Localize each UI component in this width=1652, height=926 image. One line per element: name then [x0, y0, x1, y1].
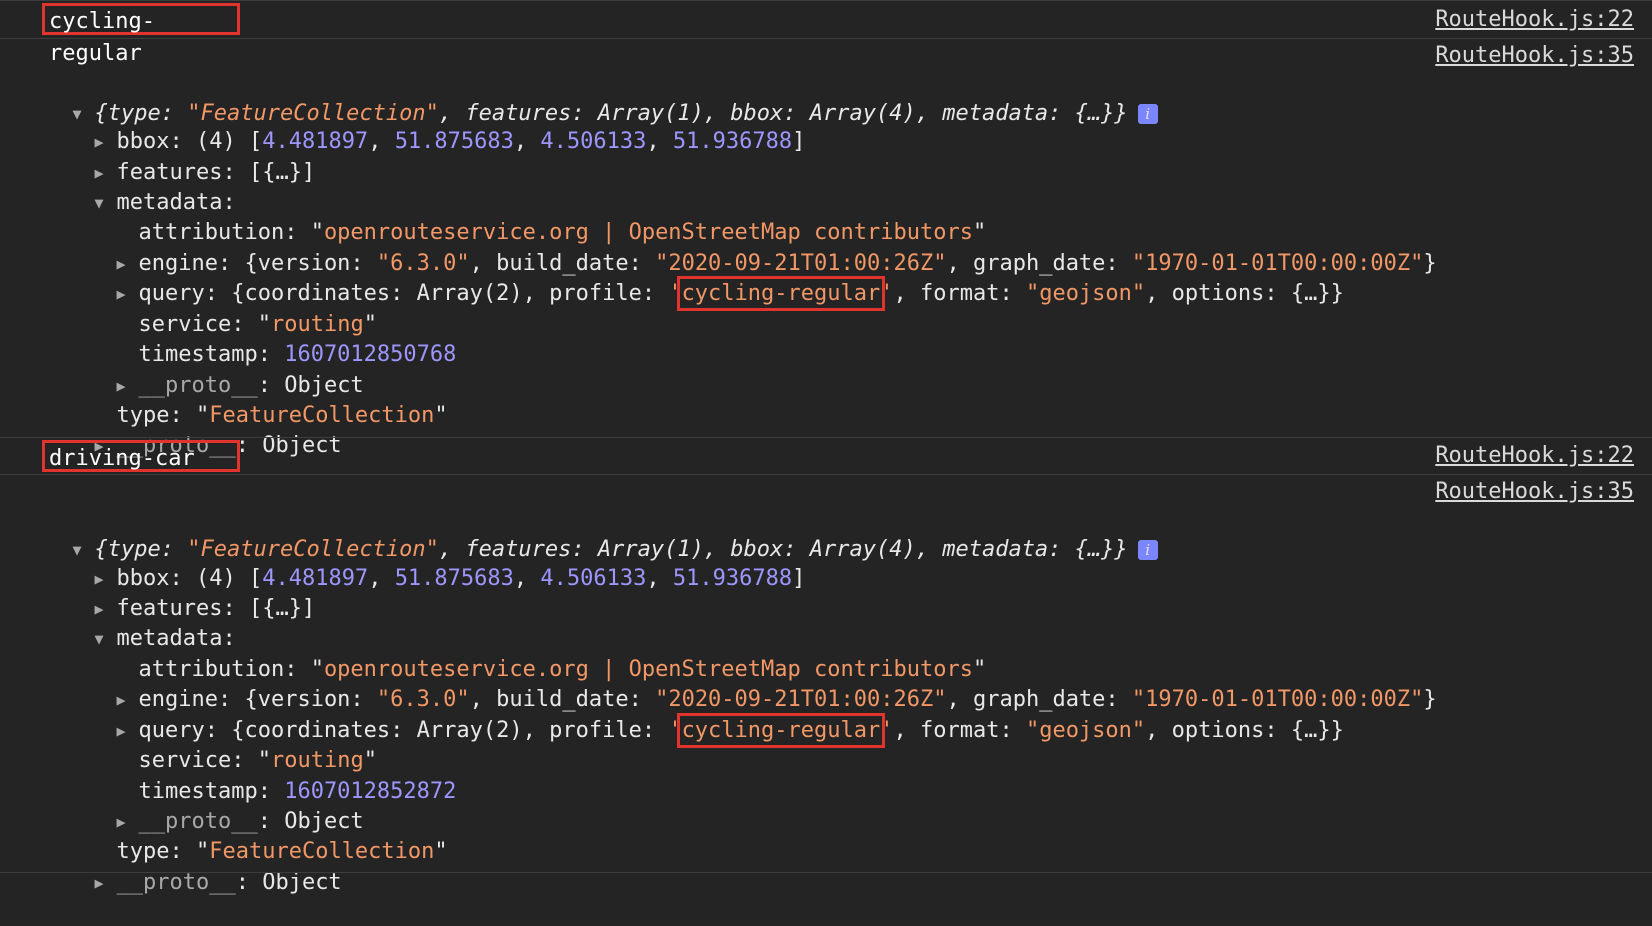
query-row[interactable]: ▶ query: {coordinates: Array(2), profile:… — [90, 686, 1344, 748]
source-link[interactable]: RouteHook.js:35 — [1435, 477, 1634, 507]
query-row[interactable]: ▶ query: {coordinates: Array(2), profile:… — [90, 249, 1344, 311]
console-separator — [0, 38, 1652, 39]
source-link[interactable]: RouteHook.js:22 — [1435, 5, 1634, 35]
attribution-row: attribution: "openrouteservice.org | Ope… — [138, 220, 987, 245]
bbox-row[interactable]: ▶ bbox: (4) [4.481897, 51.875683, 4.50613… — [68, 534, 806, 591]
console-separator — [0, 474, 1652, 475]
profile-highlight: cycling-regular — [676, 276, 886, 311]
type-row: type: "FeatureCollection" — [116, 403, 448, 428]
info-icon[interactable]: i — [1137, 540, 1158, 560]
console-log-text: driving-car — [42, 440, 240, 472]
metadata-row[interactable]: ▼ metadata: — [68, 594, 236, 651]
timestamp-row: timestamp: 1607012850768 — [138, 342, 457, 367]
type-row: type: "FeatureCollection" — [116, 839, 448, 864]
object-summary-row[interactable]: ▼ {type: "FeatureCollection", features: A… — [46, 69, 1158, 126]
console-top-border — [0, 0, 1652, 1]
info-icon[interactable]: i — [1137, 104, 1158, 124]
console-separator — [0, 437, 1652, 438]
proto-row[interactable]: ▶ __proto__: Object — [90, 777, 364, 834]
console-separator — [0, 872, 1652, 873]
timestamp-row: timestamp: 1607012852872 — [138, 779, 457, 804]
metadata-row[interactable]: ▼ metadata: — [68, 158, 236, 215]
engine-row[interactable]: ▶ engine: {version: "6.3.0", build_date: … — [90, 219, 1437, 276]
engine-row[interactable]: ▶ engine: {version: "6.3.0", build_date: … — [90, 655, 1437, 712]
console-log-text: cycling-regular — [42, 3, 240, 66]
source-link[interactable]: RouteHook.js:35 — [1435, 41, 1634, 71]
features-row[interactable]: ▶ features: [{…}] — [68, 564, 316, 621]
bbox-row[interactable]: ▶ bbox: (4) [4.481897, 51.875683, 4.50613… — [68, 97, 806, 154]
proto-row[interactable]: ▶ __proto__: Object — [90, 341, 364, 398]
service-row: service: "routing" — [138, 748, 377, 773]
features-row[interactable]: ▶ features: [{…}] — [68, 128, 316, 185]
object-summary-row[interactable]: ▼ {type: "FeatureCollection", features: A… — [46, 505, 1158, 562]
service-row: service: "routing" — [138, 312, 377, 337]
source-link[interactable]: RouteHook.js:22 — [1435, 441, 1634, 471]
profile-highlight: cycling-regular — [676, 713, 886, 748]
attribution-row: attribution: "openrouteservice.org | Ope… — [138, 657, 987, 682]
proto-row[interactable]: ▶ __proto__: Object — [68, 838, 342, 895]
proto-row[interactable]: ▶ __proto__: Object — [68, 401, 342, 458]
